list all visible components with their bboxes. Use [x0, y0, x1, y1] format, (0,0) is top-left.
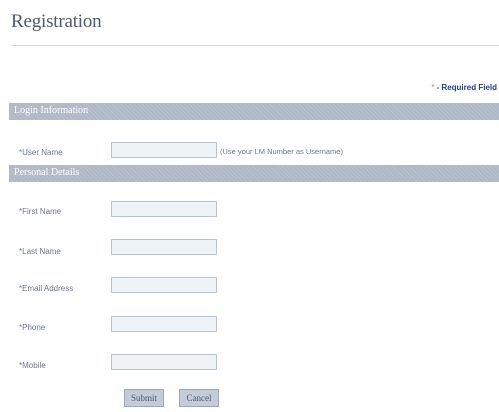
- title-divider: [11, 45, 499, 46]
- required-field-note: * - Required Field: [431, 83, 497, 92]
- last-name-label: *Last Name: [19, 247, 61, 256]
- user-name-hint: (Use your LM Number as Username): [220, 147, 343, 156]
- required-note-text: - Required Field: [436, 83, 497, 92]
- section-header-personal: Personal Details: [9, 165, 499, 182]
- phone-label: *Phone: [19, 323, 46, 332]
- email-address-input[interactable]: [111, 277, 217, 293]
- phone-input[interactable]: [111, 316, 217, 332]
- mobile-input[interactable]: [111, 354, 217, 370]
- mobile-label: *Mobile: [19, 361, 46, 370]
- user-name-input[interactable]: [111, 142, 217, 158]
- section-header-login: Login Information: [9, 103, 499, 120]
- cancel-button[interactable]: Cancel: [179, 389, 219, 407]
- user-name-label: *User Name: [19, 148, 63, 157]
- first-name-input[interactable]: [111, 201, 217, 217]
- first-name-label: *First Name: [19, 207, 62, 216]
- required-marker: *: [431, 83, 435, 92]
- last-name-input[interactable]: [111, 239, 217, 255]
- section-title-login: Login Information: [14, 105, 89, 116]
- email-address-label: *Email Address: [19, 284, 74, 293]
- section-title-personal: Personal Details: [14, 167, 80, 178]
- page-title: Registration: [11, 11, 102, 32]
- submit-button[interactable]: Submit: [124, 389, 164, 407]
